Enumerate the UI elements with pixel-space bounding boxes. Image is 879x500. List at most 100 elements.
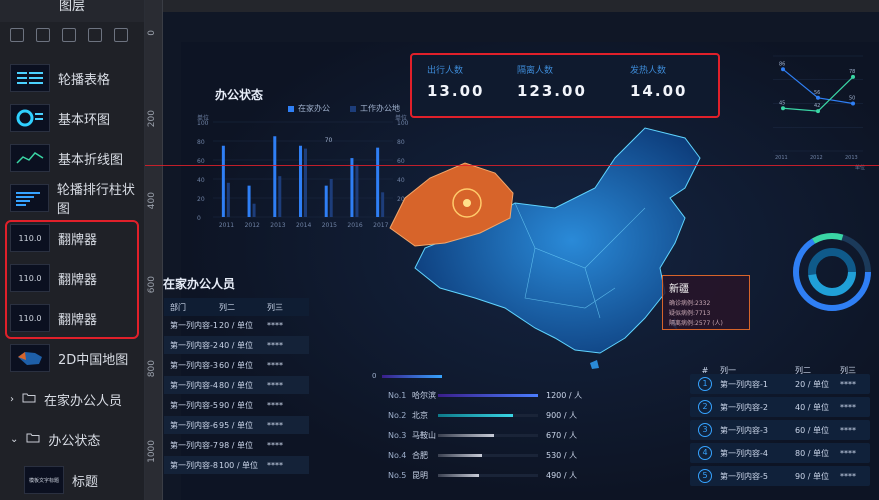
- value-label: 56: [814, 90, 820, 96]
- group-icon[interactable]: [62, 28, 76, 42]
- rank-track: [438, 413, 538, 417]
- move-up-icon[interactable]: [10, 28, 24, 42]
- layer-label: 轮播表格: [58, 72, 111, 88]
- trend-line-chart: 864520115642201250782013单位: [773, 55, 865, 171]
- layer-thumbnail: [10, 104, 50, 132]
- ring-chart: [793, 233, 871, 311]
- y-tick-left: 80: [197, 139, 205, 146]
- rank-badge: 3: [698, 423, 712, 437]
- table-row[interactable]: 第一列内容-4 80 / 单位 ****: [164, 376, 309, 394]
- folder-office-status[interactable]: ⌄ 办公状态: [0, 424, 100, 454]
- layer-item-ring-chart[interactable]: 基本环图: [0, 98, 145, 138]
- x-tick: 2012: [245, 222, 260, 229]
- ungroup-icon[interactable]: [88, 28, 102, 42]
- series-b-point: [781, 106, 785, 111]
- rank-fill: [438, 473, 479, 477]
- layer-item-title[interactable]: 模板文字标题 标题: [0, 460, 145, 500]
- bar-office: [329, 179, 333, 217]
- cell: ****: [267, 400, 283, 410]
- ranking-row: No.2 北京 900 / 人: [388, 408, 588, 422]
- layer-toolbar: [10, 28, 128, 42]
- kpi-value: 123.00: [517, 82, 587, 100]
- china-map[interactable]: [385, 118, 715, 378]
- table-row[interactable]: 5 第一列内容-5 90 / 单位 ****: [690, 466, 870, 486]
- bar-home: [273, 136, 277, 217]
- layer-label: 轮播排行柱状图: [56, 183, 135, 217]
- bar-home: [221, 145, 225, 217]
- x-tick: 2011: [775, 155, 788, 161]
- cell: 60 / 单位: [795, 425, 829, 435]
- layer-item-carousel-table[interactable]: 轮播表格: [0, 58, 145, 98]
- kpi-flipper-group[interactable]: 出行人数 13.00 隔离人数 123.00 发热人数 14.00: [410, 53, 720, 118]
- horizontal-ruler: [163, 0, 879, 12]
- move-down-icon[interactable]: [36, 28, 50, 42]
- layer-panel-title: 图层: [0, 0, 144, 22]
- chevron-down-icon: ⌄: [10, 433, 19, 445]
- table-row[interactable]: 2 第一列内容-2 40 / 单位 ****: [690, 397, 870, 417]
- layer-item-rank-bar[interactable]: 轮播排行柱状图: [0, 178, 145, 218]
- value-label: 50: [849, 96, 855, 102]
- folder-label: 办公状态: [48, 433, 101, 449]
- rank-badge: 1: [698, 377, 712, 391]
- cell: ****: [840, 425, 856, 435]
- cell: 60 / 单位: [219, 360, 253, 370]
- cell: 20 / 单位: [795, 379, 829, 389]
- rank-fill: [438, 453, 482, 457]
- cell: 第一列内容-8: [170, 460, 218, 470]
- ranking-row: No.4 合肥 530 / 人: [388, 448, 588, 462]
- folder-home-staff[interactable]: › 在家办公人员: [0, 384, 122, 414]
- cell: ****: [267, 360, 283, 370]
- tooltip-line: 确诊病例:2332: [669, 300, 711, 307]
- y-tick-left: 40: [197, 177, 205, 184]
- kpi-isolation: 隔离人数 123.00: [517, 63, 587, 100]
- th: 列二: [219, 302, 235, 312]
- table-row[interactable]: 第一列内容-1 20 / 单位 ****: [164, 316, 309, 334]
- x-tick: 2013: [845, 155, 858, 161]
- ruler-mark: 600: [147, 276, 157, 294]
- series-a-point: [781, 67, 785, 72]
- cell: 第一列内容-4: [720, 448, 768, 458]
- cell: ****: [267, 440, 283, 450]
- rank-label: No.5: [388, 470, 407, 480]
- cell: 40 / 单位: [219, 340, 253, 350]
- kpi-travel: 出行人数 13.00: [427, 63, 484, 100]
- map-mainland: [414, 127, 701, 354]
- layer-thumbnail: [10, 344, 50, 372]
- x-tick: 2013: [270, 222, 285, 229]
- collapse-icon[interactable]: [114, 28, 128, 42]
- cell: ****: [267, 420, 283, 430]
- table-row[interactable]: 4 第一列内容-4 80 / 单位 ****: [690, 443, 870, 463]
- tooltip-line: 疑似病例:7713: [669, 310, 711, 317]
- cell: ****: [267, 380, 283, 390]
- table-row[interactable]: 第一列内容-3 60 / 单位 ****: [164, 356, 309, 374]
- layer-label: 2D中国地图: [58, 352, 129, 368]
- cell: 100 / 单位: [219, 460, 259, 470]
- table-row[interactable]: 第一列内容-6 95 / 单位 ****: [164, 416, 309, 434]
- table-row[interactable]: 3 第一列内容-3 60 / 单位 ****: [690, 420, 870, 440]
- bar-home: [350, 158, 354, 217]
- cell: 第一列内容-3: [720, 425, 768, 435]
- layer-thumbnail: [10, 64, 50, 92]
- cell: ****: [267, 460, 283, 470]
- layer-item-line-chart[interactable]: 基本折线图: [0, 138, 145, 178]
- cell: 第一列内容-5: [720, 471, 768, 481]
- cell: 第一列内容-1: [720, 379, 768, 389]
- table-row[interactable]: 1 第一列内容-1 20 / 单位 ****: [690, 374, 870, 394]
- cell: ****: [267, 340, 283, 350]
- rank-fill: [438, 393, 538, 397]
- selection-highlight: [5, 220, 139, 339]
- x-tick: 2015: [322, 222, 337, 229]
- table-row[interactable]: 第一列内容-7 98 / 单位 ****: [164, 436, 309, 454]
- table-row[interactable]: 第一列内容-8 100 / 单位 ****: [164, 456, 309, 474]
- layer-label: 基本折线图: [58, 152, 124, 168]
- guide-line: [145, 165, 879, 166]
- table-row[interactable]: 第一列内容-2 40 / 单位 ****: [164, 336, 309, 354]
- bar-annotation: 70: [325, 137, 333, 144]
- table-row[interactable]: 第一列内容-5 90 / 单位 ****: [164, 396, 309, 414]
- kpi-label: 隔离人数: [517, 66, 554, 76]
- layer-item-china-map[interactable]: 2D中国地图: [0, 338, 145, 378]
- rank-value: 670 / 人: [546, 430, 578, 440]
- city-label: 北京: [412, 410, 428, 420]
- layer-thumbnail: [10, 184, 49, 212]
- rank-value: 490 / 人: [546, 470, 578, 480]
